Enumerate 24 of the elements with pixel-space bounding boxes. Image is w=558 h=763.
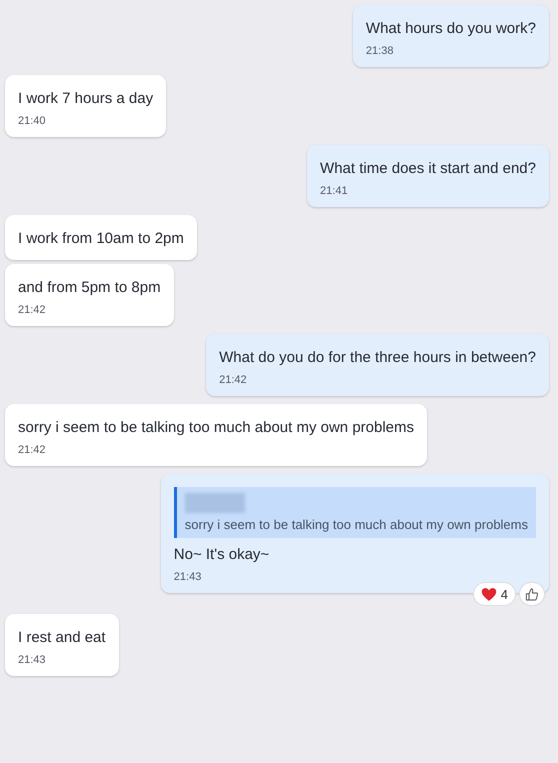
message-text: What do you do for the three hours in between? bbox=[219, 348, 536, 368]
like-button[interactable] bbox=[519, 582, 545, 606]
message-time: 21:42 bbox=[18, 304, 47, 316]
heart-icon bbox=[480, 586, 497, 602]
message-text: No~ It's okay~ bbox=[174, 545, 270, 565]
message-time: 21:41 bbox=[320, 185, 349, 197]
message-text: and from 5pm to 8pm bbox=[18, 278, 161, 298]
thumbs-up-icon bbox=[524, 586, 540, 602]
message-text: I rest and eat bbox=[18, 628, 106, 648]
heart-reaction[interactable]: 4 bbox=[472, 582, 516, 606]
message-time: 21:38 bbox=[366, 45, 394, 57]
message-time: 21:43 bbox=[18, 654, 47, 666]
redacted-name bbox=[184, 493, 245, 513]
message-text: What hours do you work? bbox=[366, 19, 536, 39]
quoted-message[interactable]: sorry i seem to be talking too much about my own problems bbox=[174, 487, 536, 538]
message-time: 21:42 bbox=[219, 374, 248, 386]
message-text: What time does it start and end? bbox=[320, 159, 536, 179]
quoted-text: sorry i seem to be talking too much about my own problems bbox=[184, 517, 528, 532]
message-text: I work 7 hours a day bbox=[18, 89, 154, 109]
message-text: sorry i seem to be talking too much about my own problems bbox=[18, 418, 414, 438]
message-time: 21:43 bbox=[174, 571, 202, 583]
message-text: I work from 10am to 2pm bbox=[18, 229, 184, 249]
message-time: 21:42 bbox=[18, 444, 47, 456]
message-time: 21:40 bbox=[18, 115, 47, 127]
